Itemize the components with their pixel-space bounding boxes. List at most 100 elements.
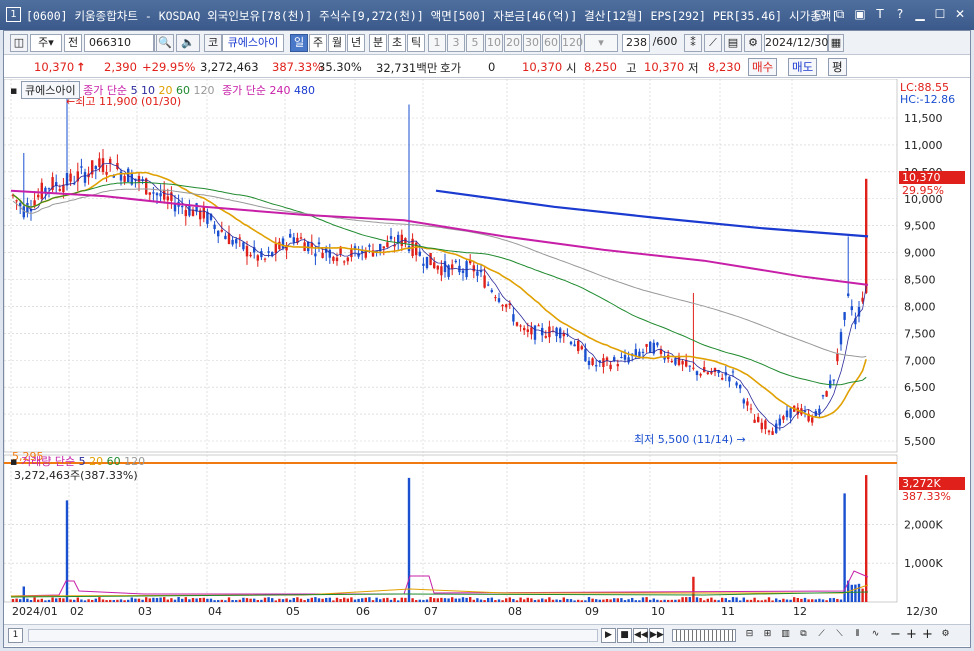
indicator-icon[interactable]: ⁑ <box>684 34 702 52</box>
restore-icon[interactable]: ◱ <box>812 6 828 22</box>
volume-bar <box>184 597 187 602</box>
candle-body <box>155 193 159 196</box>
tab-second[interactable]: 초 <box>388 34 406 52</box>
font-icon[interactable]: T <box>872 6 888 22</box>
candle-body <box>166 196 169 201</box>
code-input[interactable]: 066310 <box>84 34 154 52</box>
volume-bar <box>674 599 677 602</box>
interval-60[interactable]: 60 <box>542 34 560 52</box>
zoom-plus-icon[interactable]: + <box>904 628 919 643</box>
candle-body <box>44 187 47 193</box>
tile-icon[interactable]: ▣ <box>852 6 868 22</box>
volume-bar <box>659 600 663 602</box>
chart-type-icon[interactable]: ▥ <box>778 628 793 643</box>
calendar-icon[interactable]: ▦ <box>828 34 844 52</box>
link-icon[interactable]: ⧉ <box>832 6 848 22</box>
tab-minute[interactable]: 분 <box>369 34 387 52</box>
volume-bar <box>584 600 587 602</box>
zoom-out-icon[interactable]: ⊟ <box>742 628 757 643</box>
settings-gear-icon[interactable]: ⚙ <box>744 34 762 52</box>
stock-name[interactable]: 큐에스아이 <box>222 34 284 52</box>
price-tick-label: 8,500 <box>904 274 936 287</box>
candle-body <box>389 236 393 240</box>
volume-bar <box>609 599 612 602</box>
tab-day[interactable]: 일 <box>290 34 308 52</box>
horizontal-scrollbar[interactable] <box>28 629 598 642</box>
interval-30[interactable]: 30 <box>523 34 541 52</box>
volume-bar <box>832 597 835 602</box>
candle-body <box>515 322 519 326</box>
chart-area[interactable]: 11,50011,00010,50010,0009,5009,0008,5008… <box>3 78 970 624</box>
volume-bar <box>638 600 641 602</box>
volume-bar <box>19 599 22 602</box>
zoom-minus-icon[interactable]: − <box>888 628 903 643</box>
count-input[interactable]: 238 <box>622 34 650 52</box>
volume-bar <box>368 597 371 602</box>
volume-bar <box>796 597 799 602</box>
rewind-icon[interactable]: ◀◀ <box>633 628 648 643</box>
price-tick-label: 8,000 <box>904 300 936 313</box>
minimize-icon[interactable]: ▁ <box>912 6 928 22</box>
settings-icon[interactable]: ⚙ <box>938 628 953 643</box>
prev-button[interactable]: 전 <box>64 34 82 52</box>
volume-bar <box>278 598 281 602</box>
buy-button[interactable]: 매수 <box>748 58 778 76</box>
tab-month[interactable]: 월 <box>328 34 346 52</box>
eval-button[interactable]: 평 <box>828 58 847 76</box>
candle-body <box>256 255 259 261</box>
candle-body <box>569 341 573 345</box>
scroll-right-icon[interactable]: ▶ <box>601 628 616 643</box>
interval-120[interactable]: 120 <box>561 34 583 52</box>
candle-body <box>181 206 184 208</box>
trend-icon[interactable]: ⟍ <box>832 628 847 643</box>
tab-tick[interactable]: 틱 <box>407 34 425 52</box>
zoom-slider[interactable] <box>672 629 736 642</box>
date-input[interactable]: 2024/12/30 <box>764 34 828 52</box>
sound-icon[interactable]: 🔈 <box>176 34 200 52</box>
candle-body <box>649 341 652 354</box>
candle-icon[interactable]: ⫴ <box>850 628 865 643</box>
volume-bar <box>688 597 691 602</box>
save-icon[interactable]: ▤ <box>724 34 742 52</box>
volume-bar <box>267 597 270 602</box>
checkbox-icon[interactable]: 1 <box>8 628 23 643</box>
volume-bar <box>821 599 825 602</box>
price-volume-chart[interactable]: 11,50011,00010,50010,0009,5009,0008,5008… <box>3 78 970 624</box>
volume-bar <box>209 598 213 602</box>
interval-5[interactable]: 5 <box>466 34 484 52</box>
volume-bar <box>865 475 868 602</box>
line-icon[interactable]: ⟋ <box>814 628 829 643</box>
volume-bar <box>785 599 789 602</box>
zoom-in-icon[interactable]: ⊞ <box>760 628 775 643</box>
search-icon[interactable]: 🔍 <box>156 34 174 52</box>
interval-1[interactable]: 1 <box>428 34 446 52</box>
volume-bar <box>33 597 36 602</box>
help-icon[interactable]: ? <box>892 6 908 22</box>
draw-icon[interactable]: ⟋ <box>704 34 722 52</box>
interval-20[interactable]: 20 <box>504 34 522 52</box>
tab-week[interactable]: 주 <box>309 34 327 52</box>
compare-icon[interactable]: ⧉ <box>796 628 811 643</box>
interval-10[interactable]: 10 <box>485 34 503 52</box>
sell-button[interactable]: 매도 <box>788 58 818 76</box>
forward-icon[interactable]: ▶▶ <box>649 628 664 643</box>
stop-icon[interactable]: ■ <box>617 628 632 643</box>
candle-body <box>429 252 432 266</box>
candle-body <box>771 431 774 435</box>
close-icon[interactable]: ✕ <box>952 6 968 22</box>
candle-body <box>137 176 141 182</box>
tab-year[interactable]: 년 <box>347 34 365 52</box>
period-select[interactable]: 주▾ <box>30 34 62 52</box>
interval-3[interactable]: 3 <box>447 34 465 52</box>
candle-body <box>346 257 349 262</box>
add-icon[interactable]: + <box>920 628 935 643</box>
candle-body <box>641 351 645 353</box>
candle-body <box>123 175 126 182</box>
candle-body <box>681 361 684 365</box>
custom-interval-select[interactable]: ▾ <box>584 34 618 52</box>
maximize-icon[interactable]: ☐ <box>932 6 948 22</box>
wave-icon[interactable]: ∿ <box>868 628 883 643</box>
volume-bar <box>274 600 277 602</box>
layout-icon[interactable]: ◫ <box>10 34 28 52</box>
candle-body <box>523 327 526 331</box>
